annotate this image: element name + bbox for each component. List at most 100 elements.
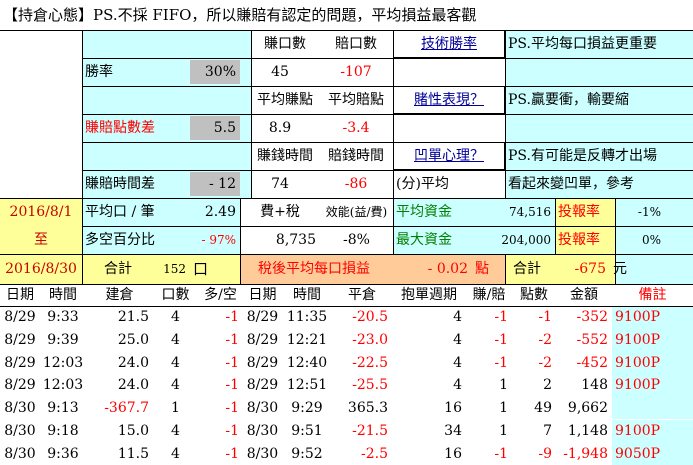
cell-hold: 4 [453,332,462,349]
cell-close-date: 8/29 [246,377,279,394]
cell-points: -2 [538,332,552,349]
cell-hold: 4 [453,309,462,326]
avg-loss-value: -3.4 [342,120,370,136]
cell-lots: 4 [171,422,180,439]
win-time-value: 74 [271,176,289,192]
header-points: 點數 [520,287,548,303]
cell-note: 9100P [612,328,693,352]
cell-amount: 9,662 [567,400,608,417]
fee-value: 8,735 [275,232,316,248]
cell-close-time: 12:21 [286,332,328,349]
header-note: 備註 [638,287,667,303]
cell-amount: 1,148 [567,422,608,439]
total-unit: 口 [193,259,209,278]
cell-close: -25.5 [352,377,388,394]
cell-amount: -452 [576,354,608,371]
cell-side: -1 [225,332,239,349]
cell-lots: 4 [171,354,180,371]
date-start: 2016/8/1 [9,204,73,220]
cell-side: -1 [225,422,239,439]
cell-winloss: -1 [494,445,508,462]
header-amount: 金額 [570,287,598,303]
after-tax-unit: 點 [475,261,489,277]
cell-date: 8/30 [4,422,36,439]
cell-time: 9:39 [47,332,79,349]
header-close-time: 時間 [293,287,321,303]
win-rate-value: 30% [190,60,240,84]
cell-open: 21.5 [117,309,149,326]
time-diff-value: - 12 [190,172,240,196]
cell-close: 365.3 [347,400,388,417]
cell-open: 24.0 [117,354,149,371]
tech-win-rate-link[interactable]: 技術勝率 [393,30,505,58]
cell-winloss: -1 [494,332,508,349]
time-diff-label: 賺賠時間差 [85,176,155,192]
cell-close-time: 12:40 [286,354,328,371]
total-label: 合計 [104,261,132,277]
cell-close-date: 8/29 [246,332,279,349]
cell-close: -2.5 [361,445,388,462]
cell-amount: -352 [576,309,608,326]
efficiency-value: -8% [343,232,370,248]
cell-side: -1 [225,354,239,371]
header-side: 多/空 [204,287,237,303]
total-value: 152 [163,262,186,276]
cell-close-time: 12:51 [286,377,328,394]
cell-close-date: 8/30 [246,400,279,417]
cell-time: 12:03 [42,354,84,371]
sum-label: 合計 [513,261,541,277]
avg-fund-value: 74,516 [509,205,551,219]
roi-value: -1% [637,205,661,219]
wins-value: 45 [271,64,289,80]
cell-points: -9 [538,445,552,462]
max-fund-label: 最大資金 [396,232,452,248]
cell-note: 9100P [612,419,693,443]
cell-date: 8/30 [4,445,36,462]
page-title: 【持倉心態】PS.不採 FIFO，所以賺賠有認定的問題，平均損益最客觀 [3,5,477,24]
cell-winloss: 1 [499,400,508,417]
cell-close-date: 8/30 [246,422,279,439]
cell-open: 11.5 [117,445,149,462]
cell-hold: 4 [453,377,462,394]
note-4: 看起來變凹單，參考 [508,176,634,192]
efficiency-label: 效能(益/費) [325,205,388,219]
cell-date: 8/29 [4,377,36,394]
after-tax-value: - 0.02 [427,261,468,277]
avg-win-value: 8.9 [268,120,292,136]
cell-side: -1 [225,309,239,326]
header-lots: 口數 [161,287,190,303]
cell-side: -1 [225,377,239,394]
sum-value: -675 [574,261,606,277]
cell-points: -2 [538,354,552,371]
cell-points: -1 [538,309,552,326]
max-fund-value: 204,000 [501,233,551,247]
win-time-label: 賺錢時間 [257,148,313,164]
point-diff-value: 5.5 [190,116,240,140]
cell-date: 8/29 [4,309,36,326]
long-short-label: 多空百分比 [85,232,155,248]
cell-close-time: 11:35 [286,309,328,326]
cell-lots: 4 [171,332,180,349]
spreadsheet: 【持倉心態】PS.不採 FIFO，所以賺賠有認定的問題，平均損益最客觀 勝率 3… [0,0,693,465]
avg-loss-label: 平均賠點 [328,92,384,108]
cell-points: 49 [534,400,552,417]
cell-close-date: 8/29 [246,309,279,326]
gamble-link[interactable]: 賭性表現？ [393,86,505,114]
cell-time: 12:03 [42,377,84,394]
cell-close: -21.5 [352,422,388,439]
cell-time: 9:33 [47,309,79,326]
note-2: PS.贏要衝，輸要縮 [508,92,629,108]
cell-close: -23.0 [352,332,388,349]
header-open: 建倉 [105,287,134,303]
avg-down-link[interactable]: 凹單心理？ [393,142,505,170]
cell-date: 8/30 [4,400,36,417]
cell-points: 7 [543,422,552,439]
cell-note: 9100P [612,306,693,329]
losses-label: 賠口數 [335,36,377,52]
cell-close-time: 9:51 [291,422,323,439]
loss-time-value: -86 [344,176,368,192]
cell-time: 9:36 [47,445,79,462]
cell-winloss: -1 [494,354,508,371]
cell-note: 9050P [612,442,693,465]
losses-value: -107 [340,64,372,80]
